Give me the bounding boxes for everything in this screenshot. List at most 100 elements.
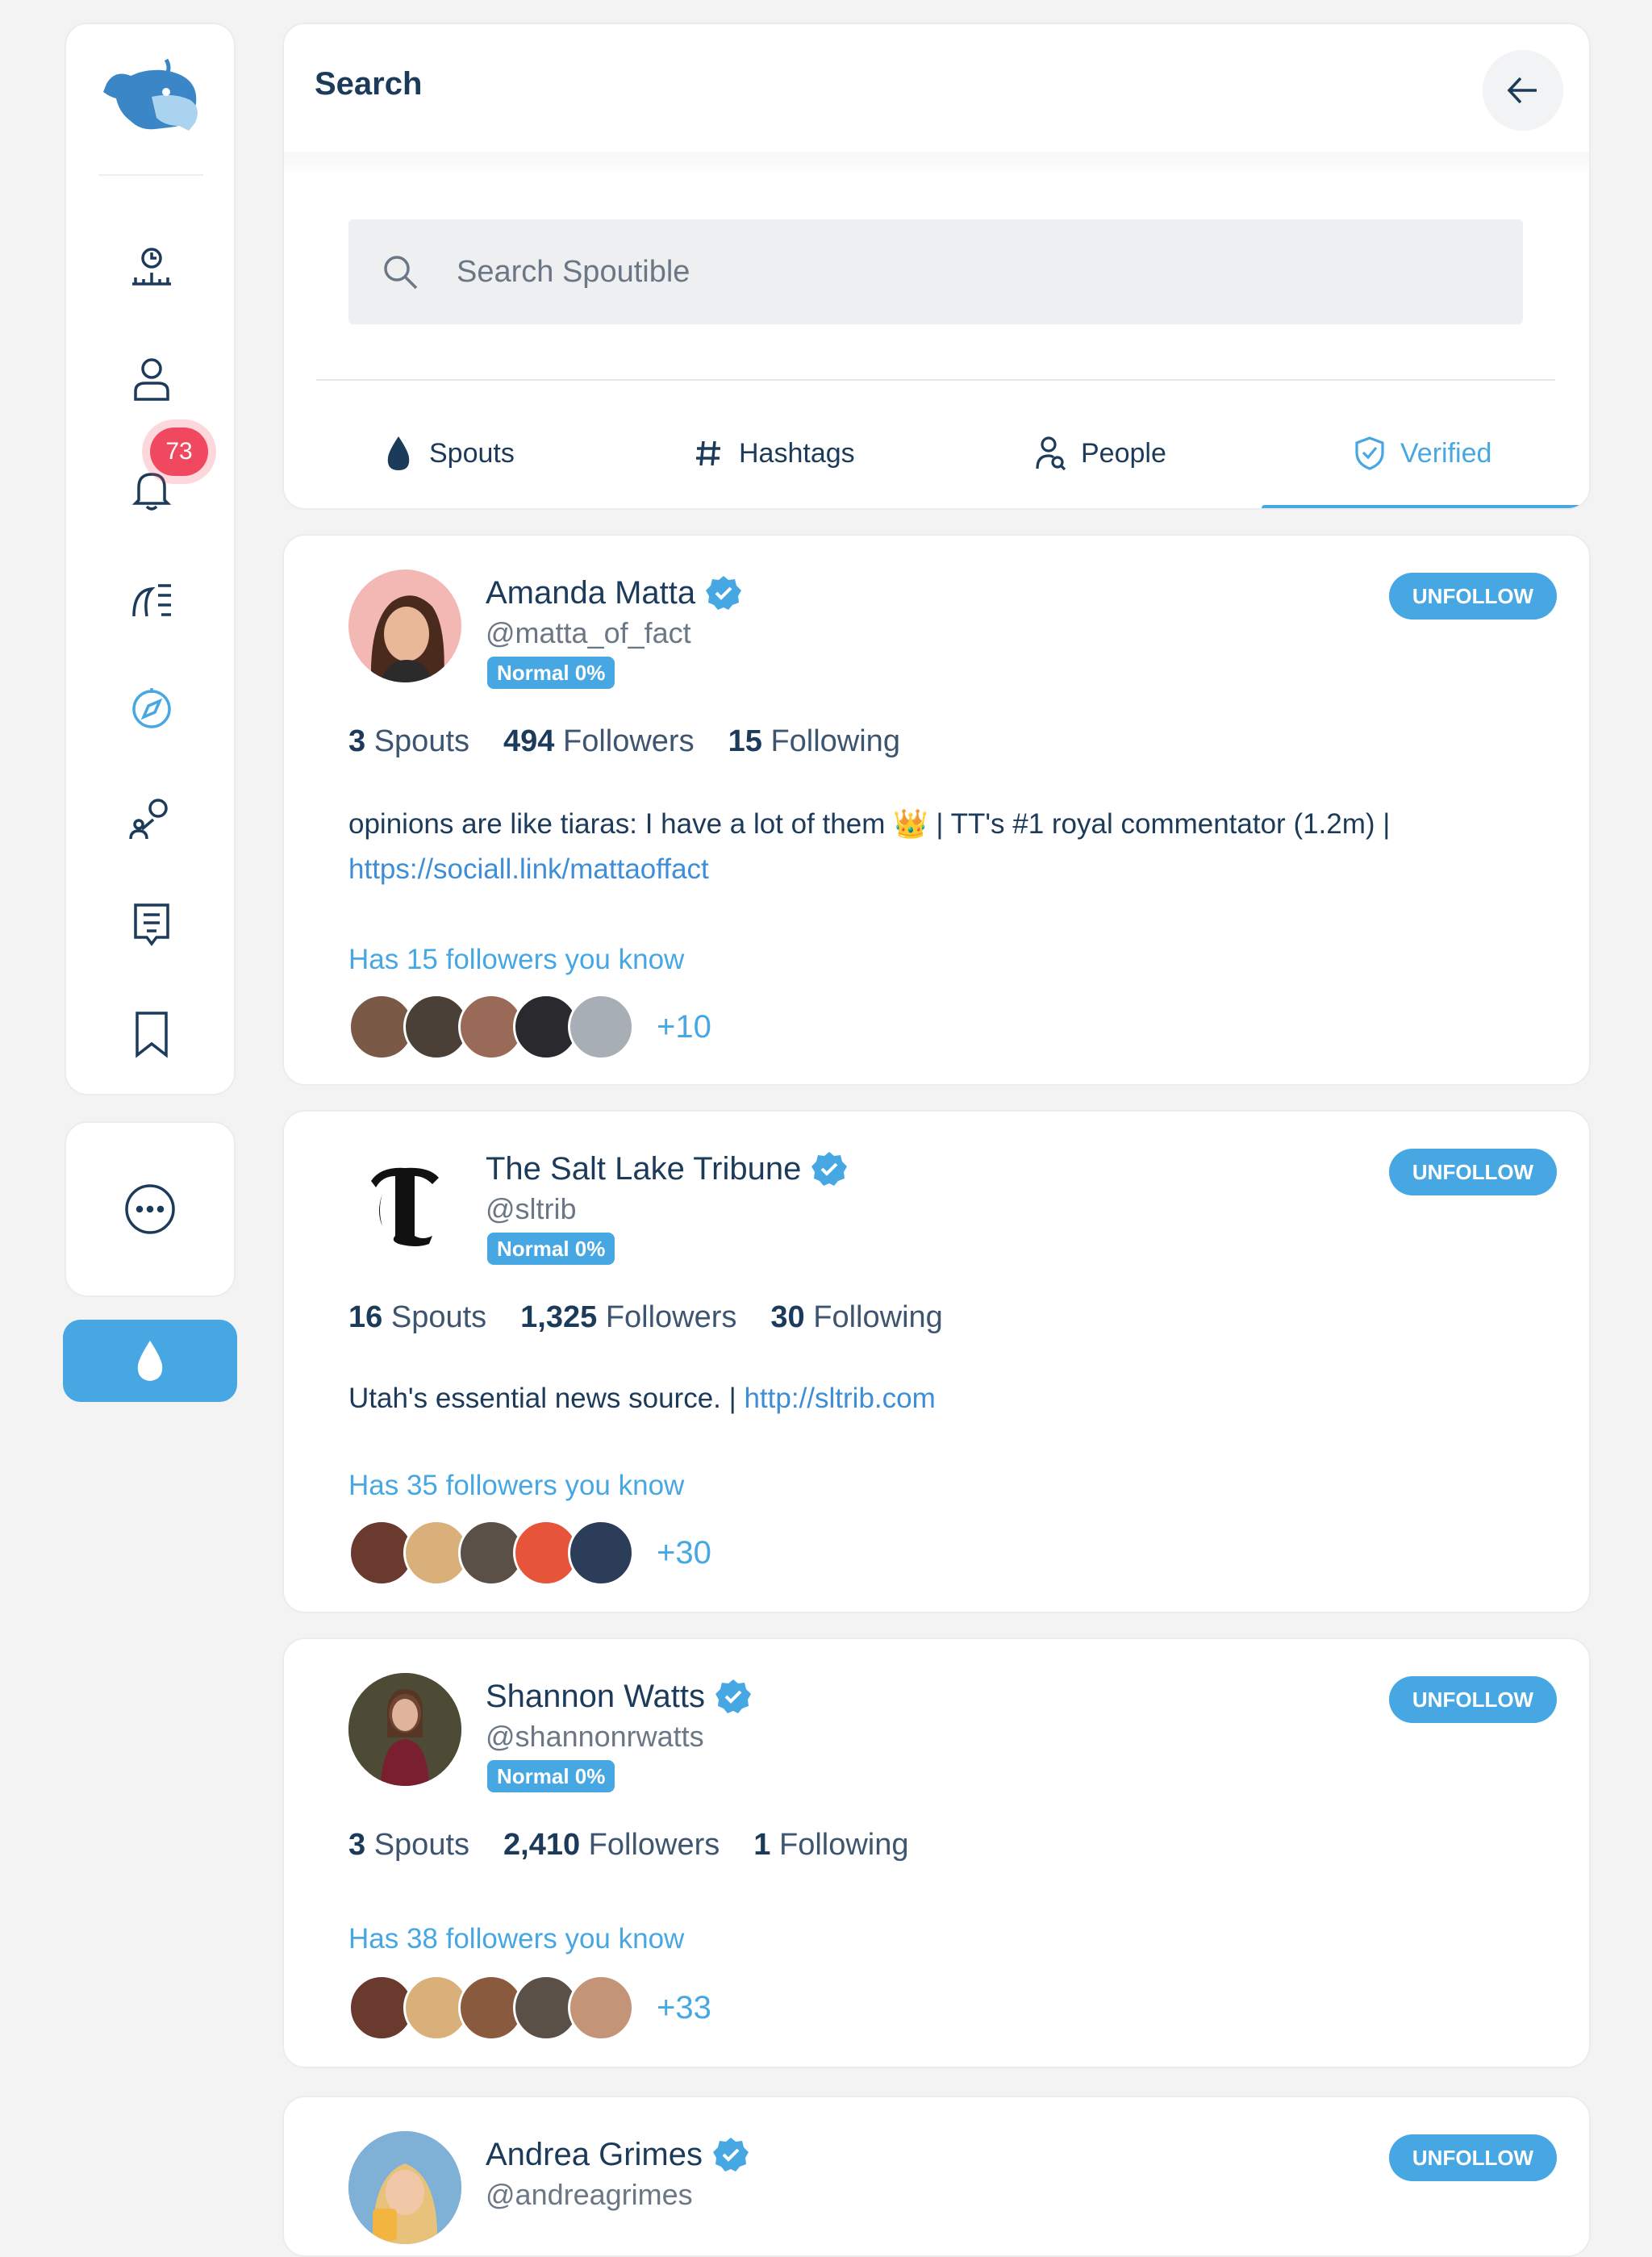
mutual-followers-link[interactable]: Has 38 followers you know bbox=[348, 1923, 684, 1955]
avatar[interactable] bbox=[348, 2131, 461, 2244]
name-row: Amanda Matta bbox=[486, 574, 742, 611]
arrow-left-icon bbox=[1507, 77, 1537, 104]
mutual-followers-avatars[interactable]: +10 bbox=[348, 994, 711, 1060]
user-handle: @andreagrimes bbox=[486, 2178, 693, 2211]
followers-stat[interactable]: 494 Followers bbox=[503, 724, 695, 759]
followers-label: Followers bbox=[588, 1828, 720, 1862]
user-card[interactable]: Shannon Watts @shannonrwatts Normal 0% U… bbox=[282, 1637, 1591, 2068]
display-name[interactable]: Andrea Grimes bbox=[486, 2137, 703, 2173]
following-stat[interactable]: 30 Following bbox=[770, 1300, 942, 1335]
tab-spouts[interactable]: Spouts bbox=[382, 428, 515, 479]
followers-count: 2,410 bbox=[503, 1828, 581, 1862]
back-button[interactable] bbox=[1483, 50, 1563, 131]
followers-count: 494 bbox=[503, 724, 555, 758]
display-name[interactable]: Amanda Matta bbox=[486, 575, 695, 611]
groups-icon[interactable] bbox=[116, 782, 187, 853]
more-icon bbox=[125, 1184, 175, 1234]
mutual-followers-link[interactable]: Has 35 followers you know bbox=[348, 1470, 684, 1502]
spouts-stat[interactable]: 3 Spouts bbox=[348, 724, 469, 759]
logo-divider bbox=[98, 174, 203, 176]
verified-badge-icon bbox=[706, 576, 742, 610]
explore-icon[interactable] bbox=[116, 674, 187, 745]
unfollow-button[interactable]: UNFOLLOW bbox=[1389, 1676, 1557, 1723]
unfollow-button[interactable]: UNFOLLOW bbox=[1389, 573, 1557, 620]
following-stat[interactable]: 15 Following bbox=[728, 724, 900, 759]
more-followers-count[interactable]: +10 bbox=[657, 1009, 711, 1045]
notifications-badge[interactable]: 73 bbox=[150, 428, 208, 476]
following-label: Following bbox=[813, 1300, 943, 1334]
avatar[interactable] bbox=[348, 569, 461, 682]
display-name[interactable]: The Salt Lake Tribune bbox=[486, 1151, 801, 1187]
more-followers-count[interactable]: +30 bbox=[657, 1535, 711, 1571]
bio-link[interactable]: https://sociall.link/mattaoffact bbox=[348, 853, 709, 885]
search-input[interactable] bbox=[457, 254, 1425, 290]
tab-people[interactable]: People bbox=[1034, 428, 1166, 479]
mutual-followers-avatars[interactable]: +30 bbox=[348, 1520, 711, 1586]
following-label: Following bbox=[770, 724, 900, 758]
followers-label: Followers bbox=[562, 724, 695, 758]
active-tab-indicator bbox=[1262, 505, 1589, 508]
following-label: Following bbox=[778, 1828, 909, 1862]
user-handle: @sltrib bbox=[486, 1192, 577, 1225]
name-row: Shannon Watts bbox=[486, 1678, 752, 1715]
bio-link[interactable]: http://sltrib.com bbox=[744, 1383, 935, 1414]
spouts-stat[interactable]: 16 Spouts bbox=[348, 1300, 486, 1335]
tabs-divider bbox=[316, 379, 1555, 381]
spouts-count: 3 bbox=[348, 724, 366, 758]
user-card[interactable]: Amanda Matta @matta_of_fact Normal 0% UN… bbox=[282, 534, 1591, 1086]
display-name[interactable]: Shannon Watts bbox=[486, 1679, 705, 1715]
more-followers-count[interactable]: +33 bbox=[657, 1990, 711, 2026]
spouts-label: Spouts bbox=[373, 724, 470, 758]
following-count: 15 bbox=[728, 724, 762, 758]
verified-badge-icon bbox=[811, 1152, 848, 1186]
spouts-count: 3 bbox=[348, 1828, 366, 1862]
user-bio: opinions are like tiaras: I have a lot o… bbox=[348, 802, 1550, 892]
spouts-label: Spouts bbox=[390, 1300, 487, 1334]
timeline-icon[interactable] bbox=[116, 232, 187, 303]
user-stats: 16 Spouts 1,325 Followers 30 Following bbox=[348, 1300, 977, 1335]
followers-stat[interactable]: 2,410 Followers bbox=[503, 1828, 720, 1863]
avatar[interactable] bbox=[348, 1145, 461, 1258]
header-divider bbox=[284, 152, 1589, 177]
user-bio: Utah's essential news source. | http://s… bbox=[348, 1376, 1550, 1421]
followers-count: 1,325 bbox=[520, 1300, 598, 1334]
tab-label: Spouts bbox=[429, 437, 515, 469]
search-field[interactable] bbox=[348, 219, 1523, 324]
articles-icon[interactable] bbox=[116, 889, 187, 960]
name-row: Andrea Grimes bbox=[486, 2136, 749, 2173]
hashtag-icon bbox=[696, 440, 720, 466]
mood-badge: Normal 0% bbox=[487, 657, 615, 689]
new-spout-button[interactable] bbox=[63, 1320, 237, 1402]
unfollow-button[interactable]: UNFOLLOW bbox=[1389, 1149, 1557, 1195]
people-search-icon bbox=[1036, 436, 1066, 471]
tab-label: Verified bbox=[1400, 437, 1492, 469]
tab-label: People bbox=[1081, 437, 1166, 469]
shield-check-icon bbox=[1355, 436, 1384, 470]
mutual-followers-link[interactable]: Has 15 followers you know bbox=[348, 944, 684, 976]
avatar[interactable] bbox=[348, 1673, 461, 1786]
bio-text: Utah's essential news source. | bbox=[348, 1383, 736, 1414]
bio-text: opinions are like tiaras: I have a lot o… bbox=[348, 808, 1391, 840]
avatar bbox=[568, 1975, 634, 2041]
tab-hashtags[interactable]: Hashtags bbox=[692, 428, 855, 479]
spouts-stat[interactable]: 3 Spouts bbox=[348, 1828, 469, 1863]
unfollow-button[interactable]: UNFOLLOW bbox=[1389, 2134, 1557, 2181]
more-options-button[interactable] bbox=[65, 1121, 236, 1297]
spouts-count: 16 bbox=[348, 1300, 383, 1334]
profile-icon[interactable] bbox=[116, 343, 187, 414]
mutual-followers-avatars[interactable]: +33 bbox=[348, 1975, 711, 2041]
bookmark-icon[interactable] bbox=[116, 999, 187, 1070]
verified-badge-icon bbox=[712, 2138, 749, 2171]
user-handle: @shannonrwatts bbox=[486, 1720, 704, 1753]
following-count: 30 bbox=[770, 1300, 805, 1334]
followers-stat[interactable]: 1,325 Followers bbox=[520, 1300, 736, 1335]
discover-icon[interactable] bbox=[116, 563, 187, 634]
following-stat[interactable]: 1 Following bbox=[753, 1828, 908, 1863]
user-card[interactable]: The Salt Lake Tribune @sltrib Normal 0% … bbox=[282, 1110, 1591, 1613]
user-stats: 3 Spouts 2,410 Followers 1 Following bbox=[348, 1828, 943, 1863]
user-card[interactable]: Andrea Grimes @andreagrimes UNFOLLOW bbox=[282, 2096, 1591, 2257]
tab-verified[interactable]: Verified bbox=[1354, 428, 1491, 479]
mood-badge: Normal 0% bbox=[487, 1233, 615, 1265]
drop-icon bbox=[137, 1341, 163, 1381]
spoutible-logo[interactable] bbox=[98, 52, 203, 140]
